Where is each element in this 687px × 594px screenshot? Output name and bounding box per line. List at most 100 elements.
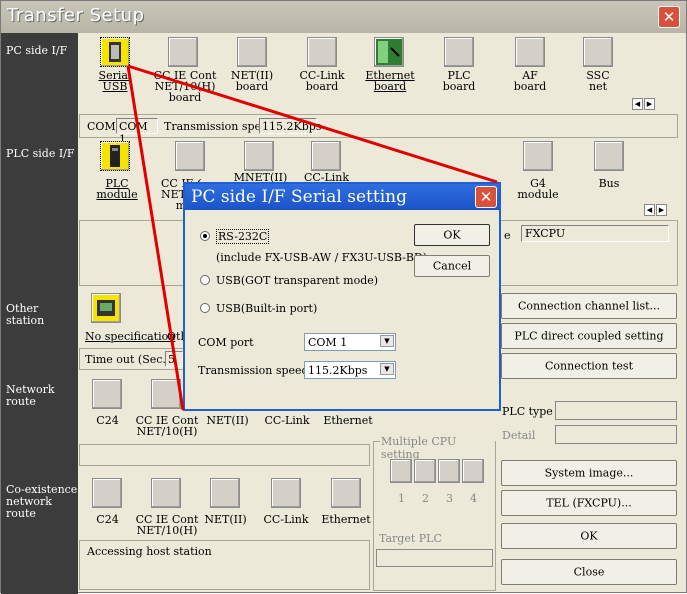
pc-item-ccie[interactable]: CC IE Cont NET/10(H) board xyxy=(151,70,219,103)
no-specification-label[interactable]: No specification xyxy=(85,331,175,342)
route-netii-label[interactable]: NET(II) xyxy=(205,415,250,426)
cc-ie-board-icon[interactable] xyxy=(168,37,198,67)
cpu-slot-4-icon[interactable] xyxy=(462,459,484,483)
route-ethernet-label[interactable]: Ethernet xyxy=(323,415,373,426)
title-bar: Transfer Setup xyxy=(1,1,686,33)
cc-link-board-icon[interactable] xyxy=(307,37,337,67)
timeout-value[interactable]: 5 xyxy=(165,351,183,367)
target-plc-field[interactable] xyxy=(376,549,493,567)
close-text: Close xyxy=(573,565,605,579)
connection-channel-list-button[interactable]: Connection channel list... xyxy=(501,293,677,319)
plc-board-icon[interactable] xyxy=(444,37,474,67)
coex-c24-label[interactable]: C24 xyxy=(85,514,130,525)
plc-mnet-icon[interactable] xyxy=(244,141,274,171)
com-label: COM xyxy=(87,120,116,133)
no-specification-icon[interactable] xyxy=(91,293,121,323)
usb-got-label[interactable]: USB(GOT transparent mode) xyxy=(216,274,378,287)
net-ii-board-icon[interactable] xyxy=(237,37,267,67)
pc-item-ethernet-line2: board xyxy=(373,80,407,93)
plc-side-label: PLC side I/F xyxy=(6,147,75,160)
cpu-slot-3-icon[interactable] xyxy=(438,459,460,483)
route-ccie-icon[interactable] xyxy=(151,379,181,409)
cpu-slot-2-label: 2 xyxy=(422,492,429,505)
scroll-right-icon[interactable]: ▶ xyxy=(644,98,655,110)
dialog-ok-button[interactable]: OK xyxy=(414,224,490,246)
plc-type-label: PLC type xyxy=(502,405,553,418)
ethernet-plug-icon xyxy=(378,41,400,63)
plc-type-field xyxy=(555,401,677,420)
network-route-label: Network route xyxy=(6,383,55,408)
scroll-left-icon[interactable]: ◀ xyxy=(632,98,643,110)
speed-label: Transmission speed xyxy=(164,120,275,133)
rs232c-label[interactable]: RS-232C xyxy=(216,229,270,244)
pc-item-serial[interactable]: Serial USB xyxy=(93,70,137,92)
close-icon[interactable]: ✕ xyxy=(658,6,680,28)
cpu-slot-1-icon[interactable] xyxy=(390,459,412,483)
serial-usb-icon[interactable] xyxy=(100,37,130,67)
com-port-select[interactable]: COM 1 ▼ xyxy=(304,333,396,351)
close-button[interactable]: Close xyxy=(501,559,677,585)
plc-module-icon[interactable] xyxy=(100,141,130,171)
cpu-slot-4-label: 4 xyxy=(470,492,477,505)
pc-item-netii[interactable]: NET(II) board xyxy=(222,70,282,92)
af-board-icon[interactable] xyxy=(515,37,545,67)
ethernet-board-icon[interactable] xyxy=(374,37,404,67)
coex-c24-icon[interactable] xyxy=(92,478,122,508)
plc-cclink-icon[interactable] xyxy=(311,141,341,171)
window-title: Transfer Setup xyxy=(7,5,145,26)
route-cclink-label[interactable]: CC-Link xyxy=(262,415,312,426)
dialog-ok-text: OK xyxy=(443,228,461,242)
radio-rs232c[interactable] xyxy=(200,231,210,241)
pc-item-af-line2: board xyxy=(513,80,547,93)
coex-ethernet-icon[interactable] xyxy=(331,478,361,508)
pc-side-label: PC side I/F xyxy=(6,44,68,57)
cpu-slot-2-icon[interactable] xyxy=(414,459,436,483)
coex-cclink-icon[interactable] xyxy=(271,478,301,508)
pc-item-plcboard[interactable]: PLC board xyxy=(429,70,489,92)
detail-label: Detail xyxy=(502,429,536,442)
plc-g4-icon[interactable] xyxy=(523,141,553,171)
route-ccie-label[interactable]: CC IE Cont NET/10(H) xyxy=(133,415,201,437)
plc-bus-icon[interactable] xyxy=(594,141,624,171)
plc-direct-coupled-button[interactable]: PLC direct coupled setting xyxy=(501,323,677,349)
coex-ccie-label[interactable]: CC IE Cont NET/10(H) xyxy=(133,514,201,536)
plc-item-bus[interactable]: Bus xyxy=(579,178,639,189)
pc-item-af[interactable]: AF board xyxy=(500,70,560,92)
coex-ethernet-label[interactable]: Ethernet xyxy=(321,514,371,525)
radio-usb-got[interactable] xyxy=(200,275,210,285)
plc-type-value: FXCPU xyxy=(521,225,669,242)
connection-test-text: Connection test xyxy=(544,359,634,373)
route-info-bar xyxy=(79,444,370,466)
ok-button[interactable]: OK xyxy=(501,523,677,549)
dialog-cancel-button[interactable]: Cancel xyxy=(414,255,490,277)
other-station-label: Other station xyxy=(6,302,45,327)
tel-button[interactable]: TEL (FXCPU)... xyxy=(501,490,677,516)
coex-ccie-icon[interactable] xyxy=(151,478,181,508)
timeout-bar: Time out (Sec.) 5 xyxy=(79,348,184,370)
plc-item-g4[interactable]: G4 module xyxy=(508,178,568,200)
chevron-down-icon[interactable]: ▼ xyxy=(380,335,394,347)
radio-usb-builtin[interactable] xyxy=(200,303,210,313)
pc-item-ethernet[interactable]: Ethernet board xyxy=(360,70,420,92)
pc-item-cclink[interactable]: CC-Link board xyxy=(292,70,352,92)
system-image-button[interactable]: System image... xyxy=(501,460,677,486)
plc-item-module[interactable]: PLC module xyxy=(93,178,141,200)
pc-item-ssc[interactable]: SSC net xyxy=(568,70,628,92)
rs232c-note: (include FX-USB-AW / FX3U-USB-BD) xyxy=(216,251,428,264)
coex-netii-icon[interactable] xyxy=(210,478,240,508)
coex-netii-label[interactable]: NET(II) xyxy=(203,514,248,525)
connection-test-button[interactable]: Connection test xyxy=(501,353,677,379)
coex-cclink-label[interactable]: CC-Link xyxy=(260,514,312,525)
chevron-down-icon[interactable]: ▼ xyxy=(380,363,394,375)
route-c24-icon[interactable] xyxy=(92,379,122,409)
plc-scroll-right-icon[interactable]: ▶ xyxy=(656,204,667,216)
transmission-speed-select[interactable]: 115.2Kbps ▼ xyxy=(304,361,396,379)
coex-status-panel: Accessing host station xyxy=(79,540,370,590)
route-c24-label[interactable]: C24 xyxy=(85,415,130,426)
plc-ccie-icon[interactable] xyxy=(175,141,205,171)
usb-builtin-label[interactable]: USB(Built-in port) xyxy=(216,302,317,315)
ssc-net-icon[interactable] xyxy=(583,37,613,67)
plc-scroll-left-icon[interactable]: ◀ xyxy=(644,204,655,216)
multiple-cpu-title: Multiple CPU setting xyxy=(380,435,495,461)
dialog-close-icon[interactable]: ✕ xyxy=(475,186,497,208)
